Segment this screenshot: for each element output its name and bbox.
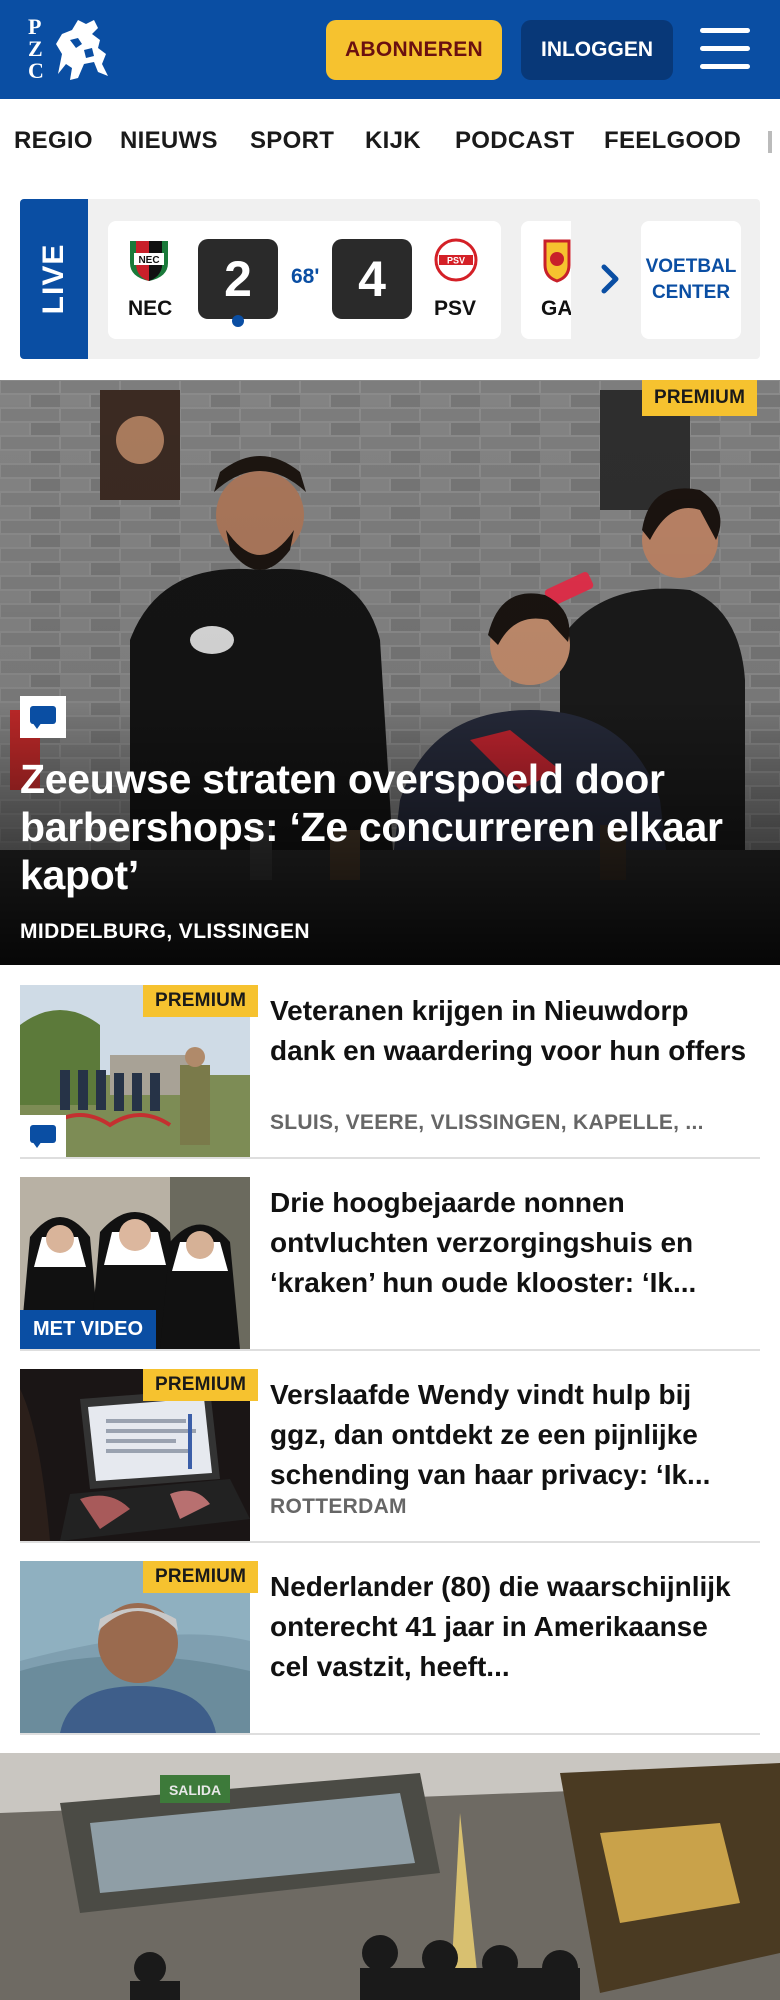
premium-tag: PREMIUM — [143, 985, 259, 1017]
main-nav: REGIO NIEUWS SPORT KIJK PODCAST FEELGOOD — [0, 99, 780, 181]
home-team-name: NEC — [128, 297, 173, 320]
match-minute: 68' — [291, 265, 320, 288]
article-title[interactable]: Verslaafde Wendy vindt hulp bij ggz, dan… — [270, 1375, 750, 1495]
live-label: LIVE — [37, 243, 70, 315]
nav-overflow-indicator — [768, 131, 772, 153]
article-title[interactable]: Nederlander (80) die waarschijn­lijk ont… — [270, 1567, 750, 1687]
article-item[interactable]: PREMIUM Nederlander (80) die waarschijn­… — [20, 1561, 760, 1735]
comment-icon — [20, 696, 66, 738]
article-item[interactable]: PREMIUM Verslaafde Wendy vindt hulp bij … — [20, 1369, 760, 1543]
hero-location: MIDDELBURG, VLISSINGEN — [20, 920, 310, 943]
article-location: SLUIS, VEERE, VLISSINGEN, KAPELLE, ... — [270, 1111, 704, 1134]
voetbal-center-line2: CENTER — [651, 282, 731, 303]
nav-item-sport[interactable]: SPORT — [250, 127, 334, 155]
hero-article[interactable]: PREMIUM Zeeuwse straten overspoeld door … — [0, 380, 780, 965]
chevron-right-icon[interactable] — [590, 259, 630, 299]
away-team-name: PSV — [434, 297, 477, 320]
nec-logo-icon: NEC — [130, 241, 168, 281]
next-team-name: GA — [541, 297, 571, 320]
premium-tag: PREMIUM — [642, 380, 758, 416]
svg-text:PSV: PSV — [447, 256, 465, 266]
live-tab[interactable]: LIVE — [20, 199, 88, 359]
premium-tag: PREMIUM — [143, 1369, 259, 1401]
home-score: 2 — [198, 239, 278, 319]
nav-item-nieuws[interactable]: NIEUWS — [120, 127, 218, 155]
voetbal-center-line1: VOETBAL — [645, 256, 737, 277]
nav-item-podcast[interactable]: PODCAST — [455, 127, 574, 155]
next-article-image[interactable]: SALIDA — [0, 1753, 780, 2000]
svg-text:NEC: NEC — [138, 255, 159, 266]
premium-tag: PREMIUM — [143, 1561, 259, 1593]
nav-item-kijk[interactable]: KIJK — [365, 127, 421, 155]
article-title[interactable]: Veteranen krijgen in Nieuwdorp dank en w… — [270, 991, 750, 1071]
collapsed-building-image: SALIDA — [0, 1753, 780, 2000]
article-location: ROTTERDAM — [270, 1495, 407, 1518]
next-match-card[interactable]: GA — [521, 221, 571, 339]
hero-title[interactable]: Zeeuwse straten overspoeld door barbersh… — [20, 755, 760, 899]
login-button[interactable]: INLOGGEN — [521, 20, 673, 80]
pzc-logo[interactable]: P Z C — [28, 14, 114, 86]
live-scores-strip: LIVE NEC NEC 2 68' 4 PSV PSV GA VOETBAL — [20, 199, 760, 359]
comment-icon — [20, 1115, 66, 1157]
video-tag: MET VIDEO — [20, 1310, 157, 1349]
article-item[interactable]: PREMIUM Veteranen krijgen in Nieuwdorp d… — [20, 985, 760, 1159]
article-title[interactable]: Drie hoogbejaarde nonnen ontvluchten ver… — [270, 1183, 750, 1303]
subscribe-button[interactable]: ABONNEREN — [326, 20, 502, 80]
ga-eagles-logo-icon — [543, 239, 571, 283]
away-score: 4 — [332, 239, 412, 319]
match-card[interactable]: NEC NEC 2 68' 4 PSV PSV — [108, 221, 501, 339]
nav-item-feelgood[interactable]: FEELGOOD — [604, 127, 741, 155]
lion-icon — [56, 20, 108, 80]
live-indicator-dot — [232, 315, 244, 327]
voetbal-center-button[interactable]: VOETBAL CENTER — [641, 221, 741, 339]
article-item[interactable]: MET VIDEO Drie hoogbejaarde nonnen ontvl… — [20, 1177, 760, 1351]
nav-item-regio[interactable]: REGIO — [14, 127, 93, 155]
salida-sign-text: SALIDA — [169, 1782, 221, 1798]
menu-icon[interactable] — [700, 28, 750, 70]
psv-logo-icon: PSV — [434, 238, 478, 282]
top-bar: P Z C ABONNEREN INLOGGEN — [0, 0, 780, 99]
